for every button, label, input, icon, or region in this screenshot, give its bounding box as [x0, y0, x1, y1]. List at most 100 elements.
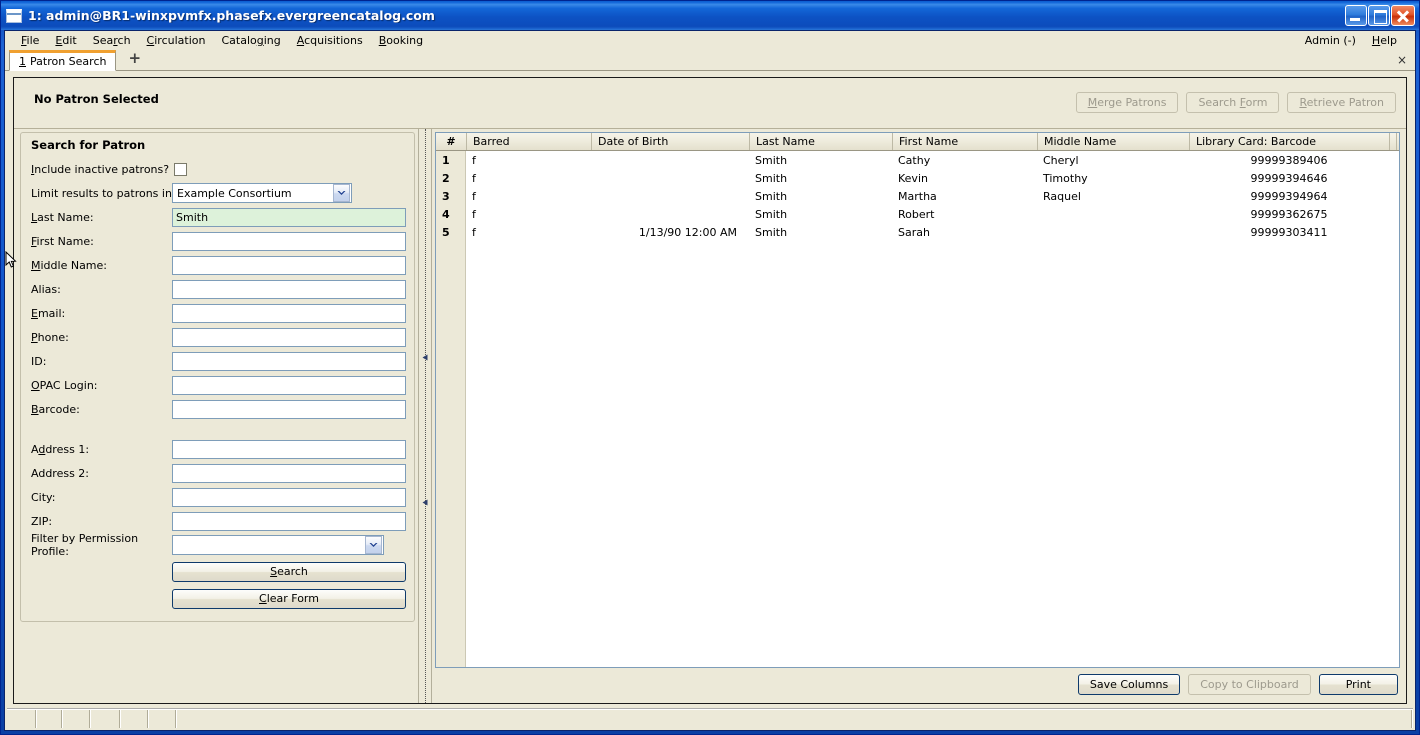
- address-field-list: Address 1: Address 2: City: ZIP:: [31, 437, 406, 533]
- results-row-list: 1 f Smith Cathy Cheryl 99999389406 2 f Smith Kevi…: [436, 151, 1399, 241]
- text-field-list: Last Name: Smith First Name: Middle Name: Al…: [31, 205, 406, 421]
- input-lastname[interactable]: Smith: [172, 207, 406, 227]
- search-button[interactable]: Search: [172, 561, 406, 582]
- field-label: Email:: [31, 306, 66, 320]
- input-barcode[interactable]: [172, 399, 406, 419]
- input-address1[interactable]: [172, 439, 406, 459]
- permission-profile-select[interactable]: [172, 535, 384, 555]
- clear-form-button[interactable]: Clear Form: [172, 588, 406, 609]
- input-address2[interactable]: [172, 463, 406, 483]
- chevron-down-icon: [333, 184, 350, 202]
- search-form-button[interactable]: Search Form: [1186, 92, 1280, 113]
- column-header-num[interactable]: #: [436, 133, 466, 150]
- field-label: Alias:: [31, 282, 61, 296]
- body-split: Search for Patron Include inactive patro…: [14, 129, 1406, 703]
- input-alias[interactable]: [172, 279, 406, 299]
- input-city[interactable]: [172, 487, 406, 507]
- status-segment-2: [63, 710, 91, 728]
- minimize-button[interactable]: [1345, 5, 1367, 26]
- field-row-id: ID:: [31, 349, 406, 373]
- field-label: Phone:: [31, 330, 69, 344]
- menu-circulation[interactable]: Circulation: [139, 33, 214, 48]
- permission-profile-label: Filter by Permission Profile:: [31, 532, 139, 558]
- table-row[interactable]: 5 f 1/13/90 12:00 AM Smith Sarah 99999303411: [436, 223, 1399, 241]
- menu-search[interactable]: Search: [85, 33, 139, 48]
- menu-help[interactable]: Help: [1364, 33, 1405, 48]
- retrieve-patron-button[interactable]: Retrieve Patron: [1287, 92, 1396, 113]
- pane-splitter[interactable]: [418, 129, 432, 703]
- app-icon: [6, 8, 22, 23]
- menu-bar-right: Admin (-) Help: [1297, 33, 1415, 48]
- field-row-permission-profile: Filter by Permission Profile:: [31, 532, 406, 558]
- status-segment-3: [91, 710, 121, 728]
- table-row[interactable]: 4 f Smith Robert 99999362675: [436, 205, 1399, 223]
- field-row-city: City:: [31, 485, 406, 509]
- splitter-collapse-left-icon[interactable]: [422, 351, 429, 361]
- field-label: OPAC Login:: [31, 378, 98, 392]
- cell-barcode: 99999394964: [1250, 189, 1328, 203]
- field-row-address2: Address 2:: [31, 461, 406, 485]
- menu-file-rest: ile: [26, 34, 40, 47]
- limit-results-label: Limit results to patrons in: [31, 186, 172, 200]
- input-email[interactable]: [172, 303, 406, 323]
- table-row[interactable]: 1 f Smith Cathy Cheryl 99999389406: [436, 151, 1399, 169]
- maximize-button[interactable]: [1368, 5, 1390, 26]
- close-tab-button[interactable]: ×: [1397, 53, 1407, 67]
- limit-results-select[interactable]: Example Consortium: [172, 183, 352, 203]
- column-header-middle[interactable]: Middle Name: [1037, 133, 1189, 150]
- cell-barcode: 99999394646: [1250, 171, 1328, 185]
- print-button[interactable]: Print: [1318, 673, 1398, 695]
- include-inactive-checkbox[interactable]: [174, 162, 187, 176]
- splitter-collapse-left-icon-2[interactable]: [422, 496, 429, 506]
- column-header-last[interactable]: Last Name: [749, 133, 892, 150]
- tab-patron-search[interactable]: 1 Patron Search: [9, 50, 117, 71]
- input-phone[interactable]: [172, 327, 406, 347]
- save-columns-button[interactable]: Save Columns: [1077, 673, 1181, 695]
- cell-num: 3: [442, 189, 450, 203]
- menu-file[interactable]: File: [13, 33, 47, 48]
- patron-header-buttons: Merge Patrons Search Form Retrieve Patro…: [1075, 92, 1396, 113]
- menu-cataloging[interactable]: Cataloging: [213, 33, 288, 48]
- input-middlename[interactable]: [172, 255, 406, 275]
- window-title: 1: admin@BR1-winxpvmfx.phasefx.evergreen…: [28, 8, 435, 23]
- input-id[interactable]: [172, 351, 406, 371]
- column-picker-icon[interactable]: [1396, 133, 1399, 150]
- column-header-barcode[interactable]: Library Card: Barcode: [1189, 133, 1389, 150]
- status-segment-0: [7, 710, 37, 728]
- input-firstname[interactable]: [172, 231, 406, 251]
- results-button-bar: Save Columns Copy to Clipboard Print: [435, 668, 1400, 700]
- cell-num: 5: [442, 225, 450, 239]
- close-button[interactable]: [1391, 5, 1415, 26]
- cell-num: 1: [442, 153, 450, 167]
- tab-number: 1: [19, 55, 26, 68]
- results-grid-body[interactable]: 1 f Smith Cathy Cheryl 99999389406 2 f Smith Kevi…: [436, 151, 1399, 667]
- field-row-alias: Alias:: [31, 277, 406, 301]
- results-grid-header: # Barred Date of Birth Last Name First Name M…: [436, 133, 1399, 151]
- table-row[interactable]: 3 f Smith Martha Raquel 99999394964: [436, 187, 1399, 205]
- menu-bar: File Edit Search Circulation Cataloging …: [5, 31, 1415, 50]
- copy-to-clipboard-button[interactable]: Copy to Clipboard: [1188, 673, 1311, 695]
- results-pane: # Barred Date of Birth Last Name First Name M…: [432, 129, 1406, 703]
- cell-barred: f: [472, 171, 476, 185]
- patron-search-pane: No Patron Selected Merge Patrons Search …: [13, 77, 1407, 704]
- field-row-barcode: Barcode:: [31, 397, 406, 421]
- menu-acquisitions[interactable]: Acquisitions: [289, 33, 371, 48]
- field-row-lastname: Last Name: Smith: [31, 205, 406, 229]
- new-tab-button[interactable]: +: [124, 49, 145, 69]
- cell-last: Smith: [755, 189, 788, 203]
- column-header-first[interactable]: First Name: [892, 133, 1037, 150]
- menu-admin[interactable]: Admin (-): [1297, 33, 1364, 48]
- menu-edit[interactable]: Edit: [47, 33, 84, 48]
- merge-patrons-button[interactable]: Merge Patrons: [1075, 92, 1179, 113]
- column-header-dob[interactable]: Date of Birth: [591, 133, 749, 150]
- field-label: City:: [31, 490, 56, 504]
- cell-barred: f: [472, 189, 476, 203]
- field-label: Address 2:: [31, 466, 90, 480]
- search-group-legend: Search for Patron: [31, 138, 146, 152]
- field-row-middlename: Middle Name:: [31, 253, 406, 277]
- input-zip[interactable]: [172, 511, 406, 531]
- input-opaclogin[interactable]: [172, 375, 406, 395]
- column-header-barred[interactable]: Barred: [466, 133, 591, 150]
- table-row[interactable]: 2 f Smith Kevin Timothy 99999394646: [436, 169, 1399, 187]
- menu-booking[interactable]: Booking: [371, 33, 431, 48]
